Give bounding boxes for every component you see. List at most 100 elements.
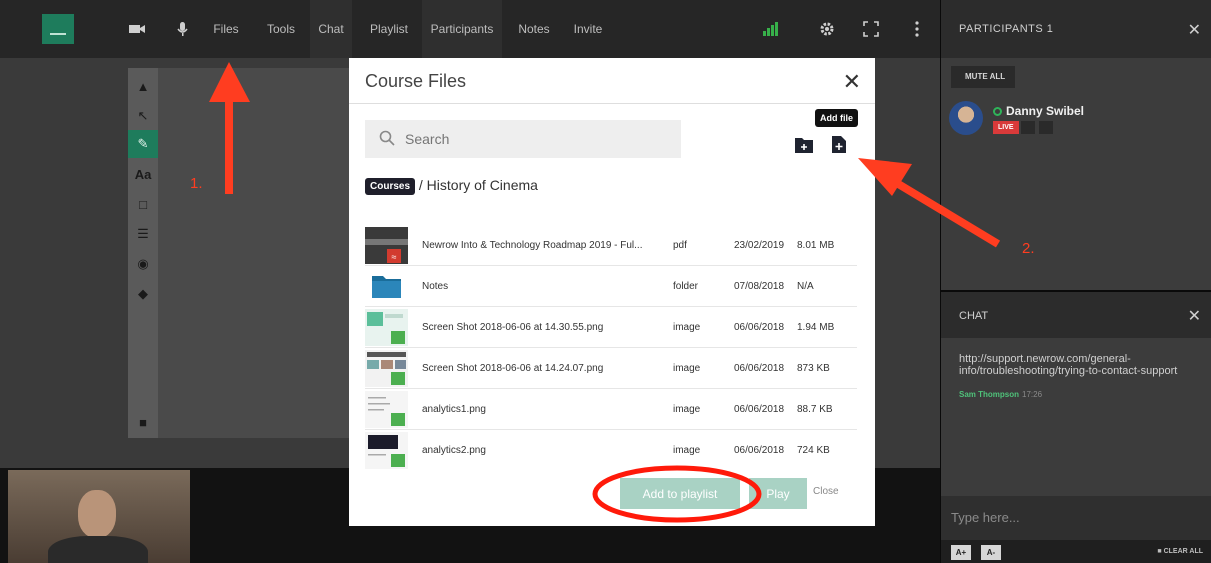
file-date: 07/08/2018 [734, 281, 785, 292]
chat-message: http://support.newrow.com/general-info/t… [959, 353, 1178, 377]
breadcrumb-current: / History of Cinema [418, 177, 538, 193]
font-increase-button[interactable]: A+ [951, 545, 971, 560]
participant-camera-icon[interactable] [1021, 121, 1035, 134]
modal-title: Course Files [365, 71, 467, 91]
play-button[interactable]: Play [749, 478, 807, 509]
chat-footer: A+ A- ■ CLEAR ALL [941, 540, 1211, 563]
participant-name-text: Danny Swibel [1006, 104, 1085, 118]
avatar [949, 101, 983, 135]
eraser-icon[interactable]: ◆ [128, 280, 158, 308]
file-row[interactable]: analytics1.png image 06/06/2018 88.7 KB [365, 389, 857, 430]
nav-files[interactable]: Files [208, 0, 244, 58]
close-icon[interactable]: ✕ [1188, 20, 1201, 40]
presence-icon [993, 107, 1002, 116]
gear-icon[interactable] [818, 20, 836, 38]
breadcrumb: Courses / History of Cinema [365, 177, 538, 195]
add-to-playlist-button[interactable]: Add to playlist [620, 478, 740, 509]
nav-playlist[interactable]: Playlist [362, 0, 416, 58]
nav-notes[interactable]: Notes [511, 0, 557, 58]
image-thumbnail [365, 432, 408, 469]
clear-all-label: CLEAR ALL [1163, 548, 1203, 555]
select-icon[interactable]: ▲ [128, 72, 158, 100]
annotation-label-1: 1. [190, 175, 203, 192]
file-size: 873 KB [797, 363, 830, 374]
line-width-icon[interactable]: ☰ [128, 220, 158, 248]
breadcrumb-root[interactable]: Courses [365, 178, 416, 195]
chat-input[interactable]: Type here... [941, 496, 1211, 540]
file-name: Screen Shot 2018-06-06 at 14.24.07.png [422, 363, 604, 374]
annotation-label-2: 2. [1022, 240, 1035, 257]
search-icon [379, 130, 395, 146]
microphone-icon[interactable] [174, 20, 192, 38]
file-row[interactable]: Screen Shot 2018-06-06 at 14.24.07.png i… [365, 348, 857, 389]
chat-messages: http://support.newrow.com/general-info/t… [941, 338, 1211, 496]
add-file-icon[interactable] [829, 135, 849, 154]
divider [349, 103, 875, 104]
file-name: Screen Shot 2018-06-06 at 14.30.55.png [422, 322, 604, 333]
image-thumbnail [365, 391, 408, 428]
nav-participants[interactable]: Participants [422, 0, 502, 58]
pointer-icon[interactable]: ↖ [128, 102, 158, 130]
file-size: 724 KB [797, 445, 830, 456]
file-date: 23/02/2019 [734, 240, 785, 251]
nav-chat[interactable]: Chat [310, 0, 352, 58]
palette-icon[interactable]: ◉ [128, 250, 158, 278]
chat-time: 17:26 [1022, 390, 1043, 399]
participants-panel: MUTE ALL Danny Swibel LIVE [941, 58, 1211, 290]
file-date: 06/06/2018 [734, 404, 785, 415]
file-type: image [673, 445, 701, 456]
file-list: ≈ Newrow Into & Technology Roadmap 2019 … [365, 225, 857, 471]
file-date: 06/06/2018 [734, 322, 785, 333]
text-tool[interactable]: Aa [128, 160, 158, 188]
search-box [365, 120, 681, 158]
participants-header: PARTICIPANTS 1 ✕ [941, 0, 1211, 58]
file-row[interactable]: analytics2.png image 06/06/2018 724 KB [365, 430, 857, 471]
search-input[interactable] [405, 128, 665, 150]
participant-mic-icon[interactable] [1039, 121, 1053, 134]
font-decrease-button[interactable]: A- [981, 545, 1001, 560]
trash-icon[interactable]: ■ [128, 408, 158, 436]
chat-meta: Sam Thompson 17:26 [959, 390, 1042, 399]
file-date: 06/06/2018 [734, 445, 785, 456]
clear-all-button[interactable]: ■ CLEAR ALL [1157, 548, 1203, 555]
svg-text:≈: ≈ [392, 252, 397, 262]
rectangle-icon[interactable]: □ [128, 190, 158, 218]
file-row[interactable]: ≈ Newrow Into & Technology Roadmap 2019 … [365, 225, 857, 266]
chat-header: CHAT ✕ [941, 292, 1211, 338]
file-type: image [673, 404, 701, 415]
file-name: Newrow Into & Technology Roadmap 2019 - … [422, 240, 643, 251]
nav-invite[interactable]: Invite [564, 0, 612, 58]
close-icon[interactable]: ✕ [1188, 306, 1201, 326]
more-icon[interactable] [908, 20, 926, 38]
file-name: analytics1.png [422, 404, 486, 415]
pencil-icon[interactable]: ✎ [128, 130, 158, 158]
participant-name: Danny Swibel [993, 104, 1084, 118]
whiteboard-toolbar: ▲ ↖ ✎ Aa □ ☰ ◉ ◆ ■ [128, 68, 158, 438]
nav-tools[interactable]: Tools [262, 0, 300, 58]
file-type: folder [673, 281, 699, 292]
file-row[interactable]: Screen Shot 2018-06-06 at 14.30.55.png i… [365, 307, 857, 348]
chat-title: CHAT [959, 310, 989, 322]
camera-icon[interactable] [128, 20, 146, 38]
signal-icon [763, 20, 779, 36]
file-type: image [673, 322, 701, 333]
fullscreen-icon[interactable] [862, 20, 880, 38]
top-bar: Files Tools Chat Playlist Participants N… [0, 0, 940, 58]
whiteboard-canvas[interactable] [158, 68, 358, 438]
file-name: Notes [422, 281, 449, 292]
image-thumbnail [365, 350, 408, 387]
close-icon[interactable]: ✕ [843, 69, 861, 95]
add-folder-icon[interactable] [794, 135, 814, 154]
mute-all-button[interactable]: MUTE ALL [951, 66, 1015, 88]
file-type: pdf [673, 240, 687, 251]
participant-video[interactable] [8, 470, 190, 563]
course-files-modal: Course Files ✕ Add file Courses / Histor… [349, 58, 875, 526]
close-button[interactable]: Close [813, 486, 839, 497]
file-date: 06/06/2018 [734, 363, 785, 374]
file-size: 88.7 KB [797, 404, 833, 415]
app-logo [42, 14, 74, 44]
file-size: 8.01 MB [797, 240, 835, 251]
file-name: analytics2.png [422, 445, 486, 456]
add-file-tooltip: Add file [815, 109, 858, 127]
file-row[interactable]: Notes folder 07/08/2018 N/A [365, 266, 857, 307]
